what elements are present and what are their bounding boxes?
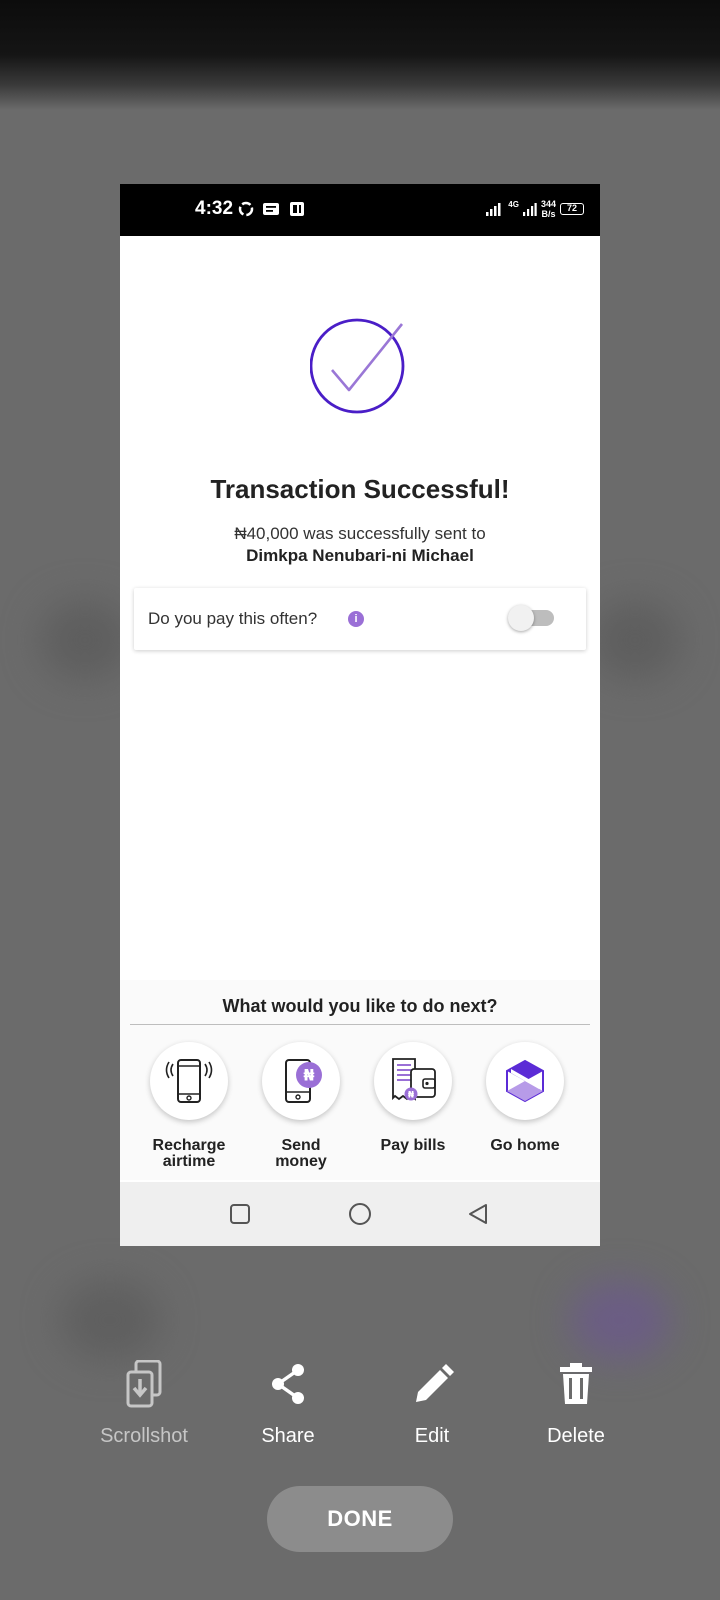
top-dim-overlay (0, 0, 720, 110)
action-label: Pay bills (380, 1137, 446, 1154)
action-icon-circle (486, 1042, 564, 1120)
home-nav-icon[interactable] (349, 1203, 371, 1225)
action-label: Send money (275, 1137, 327, 1170)
recharge-airtime-button[interactable]: Recharge airtime (134, 1042, 244, 1170)
action-icon-circle (150, 1042, 228, 1120)
status-bar: 4:32 4G 344 B/s 72 (120, 184, 600, 236)
battery-icon: 72 (560, 203, 584, 215)
send-money-button[interactable]: ₦ Send money (246, 1042, 356, 1170)
edit-pencil-icon (416, 1364, 454, 1402)
scrollshot-button[interactable]: Scrollshot (74, 1359, 214, 1448)
app-notification-icon (290, 202, 304, 216)
svg-text:₦: ₦ (408, 1091, 415, 1101)
success-check-icon (310, 318, 405, 414)
next-actions-panel: What would you like to do next? Recharge… (120, 980, 600, 1180)
scrollshot-label: Scrollshot (100, 1425, 188, 1447)
pay-bills-button[interactable]: ₦ Pay bills (358, 1042, 468, 1154)
blurred-background (570, 1280, 670, 1360)
signal-icon (486, 203, 501, 216)
action-label: Go home (490, 1137, 560, 1154)
notification-icons (238, 201, 306, 217)
trash-icon (560, 1363, 592, 1404)
back-icon[interactable] (467, 1203, 489, 1225)
go-home-button[interactable]: Go home (470, 1042, 580, 1154)
recipient-name: Dimkpa Nenubari-ni Michael (246, 546, 474, 565)
next-actions-heading: What would you like to do next? (222, 996, 498, 1016)
toggle-knob (508, 605, 534, 631)
scrollshot-icon (126, 1359, 162, 1408)
info-icon[interactable]: i (348, 611, 364, 627)
pay-often-label: Do you pay this often? (148, 609, 318, 628)
phone-signal-icon (165, 1059, 213, 1103)
share-label: Share (261, 1425, 315, 1447)
delete-label: Delete (547, 1425, 605, 1447)
message-icon (263, 203, 279, 215)
bills-wallet-icon: ₦ (392, 1058, 436, 1101)
action-icon-circle: ₦ (374, 1042, 452, 1120)
success-message: ₦40,000 was successfully sent to (234, 524, 486, 543)
signal-icon (522, 203, 537, 216)
done-button[interactable]: DONE (267, 1486, 453, 1552)
action-icon-circle: ₦ (262, 1042, 340, 1120)
blurred-background (40, 600, 130, 680)
divider (130, 1024, 590, 1025)
network-speed: 344 B/s (540, 199, 556, 219)
home-logo-icon (506, 1059, 544, 1103)
success-title: Transaction Successful! (210, 474, 510, 504)
share-icon (272, 1364, 304, 1404)
blurred-background (60, 1280, 160, 1360)
action-label: Recharge airtime (152, 1137, 226, 1170)
pay-often-card: Do you pay this often? i (134, 588, 586, 650)
screenshot-preview[interactable]: 4:32 4G 344 B/s 72 Transaction Successfu… (120, 184, 600, 1246)
phone-naira-icon: ₦ (285, 1059, 322, 1103)
status-time: 4:32 (195, 198, 234, 219)
svg-text:₦: ₦ (303, 1066, 314, 1085)
delete-button[interactable]: Delete (506, 1360, 646, 1448)
system-nav-bar (120, 1182, 600, 1246)
blurred-background (590, 600, 680, 680)
edit-button[interactable]: Edit (362, 1360, 502, 1448)
network-type: 4G (508, 200, 519, 209)
edit-label: Edit (414, 1425, 450, 1447)
system-icons: 4G 344 B/s 72 (486, 199, 584, 219)
share-button[interactable]: Share (218, 1360, 358, 1448)
recent-apps-icon[interactable] (230, 1204, 250, 1224)
sync-icon (238, 201, 254, 217)
